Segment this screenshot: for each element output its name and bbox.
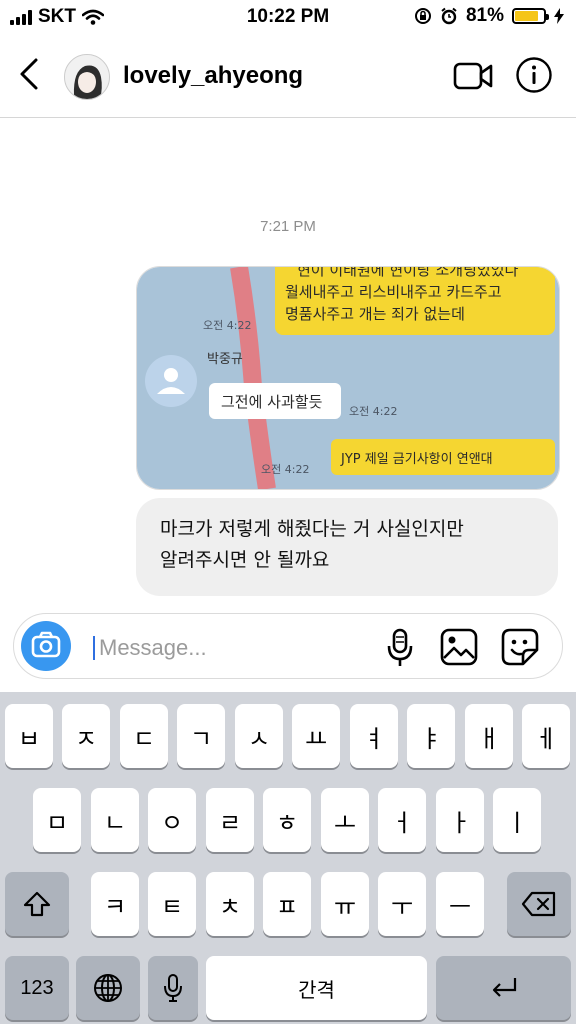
alarm-icon <box>441 7 457 25</box>
backspace-key[interactable] <box>507 872 571 936</box>
key[interactable]: ㅎ <box>263 788 311 852</box>
username[interactable]: lovely_ahyeong <box>123 62 303 90</box>
key[interactable]: ㅌ <box>148 872 196 936</box>
chat-header: lovely_ahyeong <box>0 34 576 118</box>
message-timestamp: 7:21 PM <box>260 218 316 235</box>
text-message[interactable]: 마크가 저렇게 해줬다는 거 사실인지만 알려주시면 안 될까요 <box>136 498 558 596</box>
keyboard: ㅂ ㅈ ㄷ ㄱ ㅅ ㅛ ㅕ ㅑ ㅐ ㅔ ㅁ ㄴ ㅇ ㄹ ㅎ ㅗ ㅓ ㅏ ㅣ ㅋ … <box>0 692 576 1024</box>
sticker-icon[interactable] <box>501 628 539 666</box>
key[interactable]: ㅂ <box>5 704 53 768</box>
key[interactable]: ㄱ <box>177 704 225 768</box>
key[interactable]: ㅣ <box>493 788 541 852</box>
key[interactable]: ㄴ <box>91 788 139 852</box>
photo-sender-name: 박중규 <box>207 352 243 367</box>
back-icon[interactable] <box>14 54 46 94</box>
key[interactable]: ㅏ <box>436 788 484 852</box>
key[interactable]: ㅐ <box>465 704 513 768</box>
shift-key[interactable] <box>5 872 69 936</box>
key[interactable]: ㅍ <box>263 872 311 936</box>
photo-time: 오전 4:22 <box>349 405 397 418</box>
message-input[interactable] <box>97 628 371 668</box>
camera-icon <box>31 631 61 658</box>
backspace-icon <box>521 891 556 917</box>
globe-icon <box>94 974 122 1002</box>
key[interactable]: ㅠ <box>321 872 369 936</box>
video-call-icon[interactable] <box>452 60 494 92</box>
orientation-lock-icon <box>414 8 431 24</box>
space-key[interactable]: 간격 <box>206 956 427 1020</box>
gallery-icon[interactable] <box>440 628 478 666</box>
numbers-key[interactable]: 123 <box>5 956 69 1020</box>
return-icon <box>492 978 516 997</box>
photo-time: 오전 4:22 <box>203 319 251 332</box>
text-cursor <box>93 636 95 660</box>
key[interactable]: ㄷ <box>120 704 168 768</box>
key[interactable]: ㅓ <box>378 788 426 852</box>
dictation-icon <box>164 974 182 1002</box>
key[interactable]: ㄹ <box>206 788 254 852</box>
photo-yellow-line: 명품사주고 개는 죄가 없는데 <box>285 305 465 323</box>
key[interactable]: ㅗ <box>321 788 369 852</box>
key[interactable]: ㅈ <box>62 704 110 768</box>
key[interactable]: ㅅ <box>235 704 283 768</box>
key[interactable]: ㅔ <box>522 704 570 768</box>
charging-icon <box>554 8 564 24</box>
battery-percent: 81% <box>465 5 504 26</box>
key[interactable]: ㅛ <box>292 704 340 768</box>
camera-button[interactable] <box>21 621 71 671</box>
key[interactable]: ㅡ <box>436 872 484 936</box>
key[interactable]: ㅋ <box>91 872 139 936</box>
photo-time: 오전 4:22 <box>261 463 309 476</box>
key[interactable]: ㅇ <box>148 788 196 852</box>
photo-white-bubble: 그전에 사과할듯 <box>221 393 323 411</box>
key[interactable]: ㅕ <box>350 704 398 768</box>
status-bar: SKT 10:22 PM 81% <box>0 0 576 34</box>
photo-yellow-line: 현이 이태원에 현이랑 소개팅있었다 <box>297 267 519 279</box>
globe-key[interactable] <box>76 956 140 1020</box>
key[interactable]: ㅜ <box>378 872 426 936</box>
photo-yellow-bubble: JYP 제일 금기사항이 연앤대 <box>340 452 493 467</box>
key[interactable]: ㅁ <box>33 788 81 852</box>
key[interactable]: ㅊ <box>206 872 254 936</box>
message-line: 마크가 저렇게 해줬다는 거 사실인지만 <box>160 518 464 540</box>
return-key[interactable] <box>436 956 571 1020</box>
info-icon[interactable] <box>515 56 553 94</box>
dictation-key[interactable] <box>148 956 198 1020</box>
avatar[interactable] <box>64 54 110 100</box>
photo-message[interactable]: 현이 이태원에 현이랑 소개팅있었다 월세내주고 리스비내주고 카드주고 명품사… <box>136 266 560 490</box>
key[interactable]: ㅑ <box>407 704 455 768</box>
battery-icon <box>512 8 549 24</box>
status-right: 81% <box>414 5 564 27</box>
microphone-icon[interactable] <box>384 628 416 668</box>
shift-icon <box>23 891 51 917</box>
message-composer <box>13 613 563 679</box>
message-line: 알려주시면 안 될까요 <box>160 549 330 571</box>
photo-yellow-line: 월세내주고 리스비내주고 카드주고 <box>285 283 502 301</box>
